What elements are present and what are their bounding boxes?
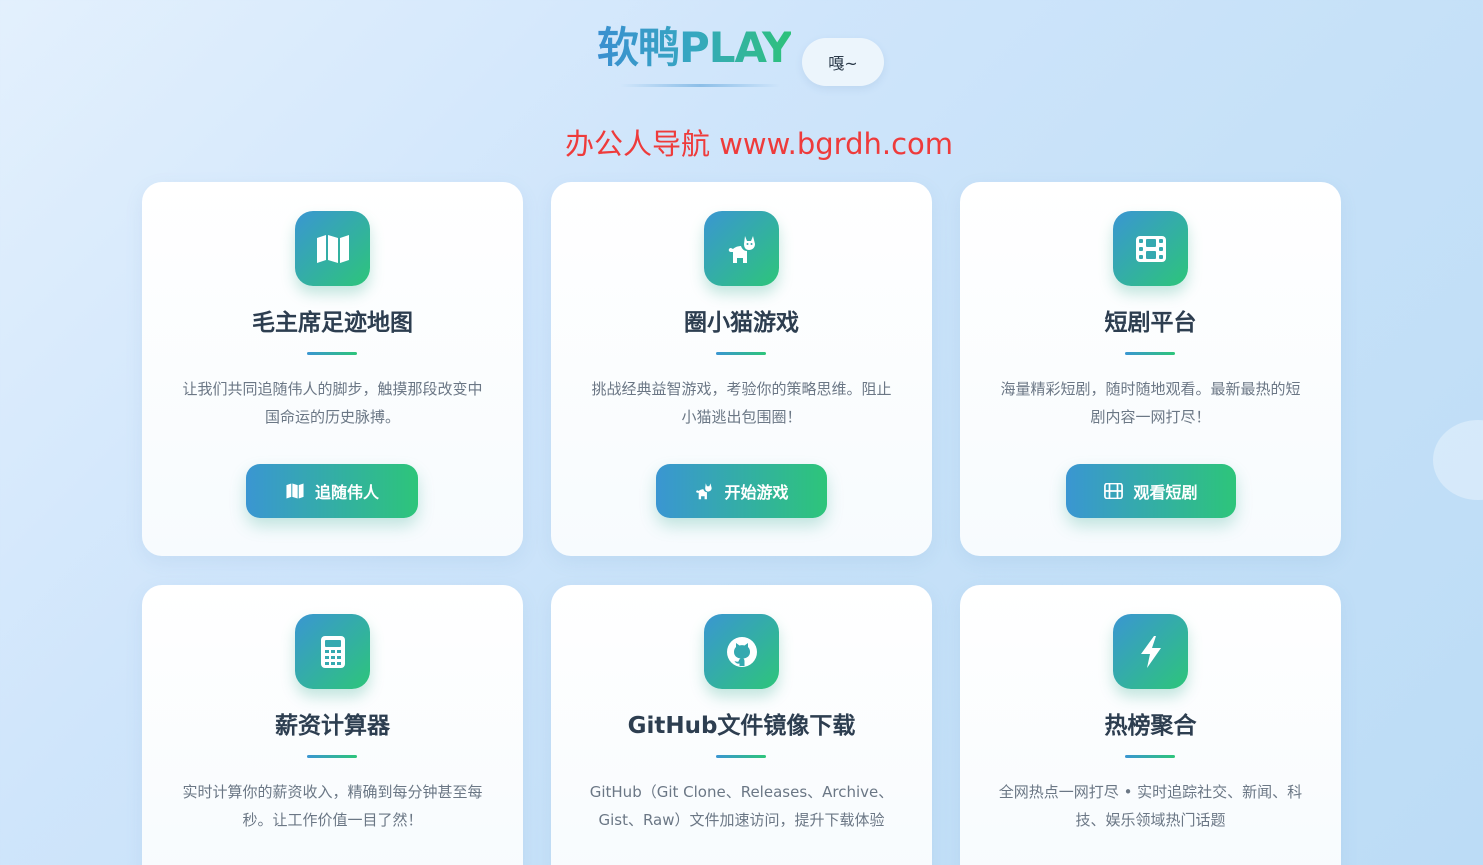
card-description: GitHub（Git Clone、Releases、Archive、Gist、R… [589, 783, 894, 829]
cat-icon [704, 211, 779, 286]
watch-drama-button[interactable]: 观看短剧 [1066, 464, 1236, 518]
card-salary-calculator: 薪资计算器 实时计算你的薪资收入，精确到每分钟甚至每秒。让工作价值一目了然！ [142, 585, 523, 865]
card-title: 薪资计算器 [275, 713, 390, 739]
card-description: 全网热点一网打尽 • 实时追踪社交、新闻、科技、娱乐领域热门话题 [998, 783, 1303, 829]
background-decoration [1433, 420, 1483, 500]
title-divider [307, 352, 357, 355]
button-label: 观看短剧 [1133, 483, 1198, 502]
card-description: 海量精彩短剧，随时随地观看。最新最热的短剧内容一网打尽！ [1000, 380, 1301, 426]
header: 软鸭PLAY 嘎~ [0, 0, 1483, 110]
cat-icon [694, 481, 714, 501]
start-game-button[interactable]: 开始游戏 [656, 464, 827, 518]
card-short-drama: 短剧平台 海量精彩短剧，随时随地观看。最新最热的短剧内容一网打尽！ 观看短剧 [960, 182, 1341, 556]
greet-button[interactable]: 嘎~ [802, 38, 884, 86]
logo-underline [620, 84, 780, 87]
bolt-icon [1113, 614, 1188, 689]
title-divider [307, 755, 357, 758]
map-icon [295, 211, 370, 286]
card-description: 挑战经典益智游戏，考验你的策略思维。阻止小猫逃出包围圈！ [591, 380, 892, 426]
title-divider [716, 755, 766, 758]
card-footprint-map: 毛主席足迹地图 让我们共同追随伟人的脚步，触摸那段改变中国命运的历史脉搏。 追随… [142, 182, 523, 556]
card-hot-list: 热榜聚合 全网热点一网打尽 • 实时追踪社交、新闻、科技、娱乐领域热门话题 [960, 585, 1341, 865]
card-description: 让我们共同追随伟人的脚步，触摸那段改变中国命运的历史脉搏。 [182, 380, 483, 426]
site-logo[interactable]: 软鸭PLAY [597, 22, 792, 74]
button-label: 开始游戏 [724, 483, 789, 502]
card-cat-game: 圈小猫游戏 挑战经典益智游戏，考验你的策略思维。阻止小猫逃出包围圈！ 开始游戏 [551, 182, 932, 556]
card-description: 实时计算你的薪资收入，精确到每分钟甚至每秒。让工作价值一目了然！ [182, 783, 483, 829]
card-title: 热榜聚合 [1104, 713, 1197, 739]
github-icon [704, 614, 779, 689]
map-icon [285, 483, 305, 499]
site-link[interactable]: 办公人导航 www.bgrdh.com [0, 122, 1483, 166]
title-divider [716, 352, 766, 355]
film-icon [1104, 483, 1124, 499]
card-title: 毛主席足迹地图 [252, 310, 413, 336]
card-title: 圈小猫游戏 [684, 310, 799, 336]
button-label: 追随伟人 [314, 483, 379, 502]
calculator-icon [295, 614, 370, 689]
card-github-mirror: GitHub文件镜像下载 GitHub（Git Clone、Releases、A… [551, 585, 932, 865]
film-icon [1113, 211, 1188, 286]
title-divider [1125, 352, 1175, 355]
follow-leader-button[interactable]: 追随伟人 [246, 464, 418, 518]
card-title: 短剧平台 [1104, 310, 1197, 336]
card-title: GitHub文件镜像下载 [627, 713, 856, 739]
title-divider [1125, 755, 1175, 758]
